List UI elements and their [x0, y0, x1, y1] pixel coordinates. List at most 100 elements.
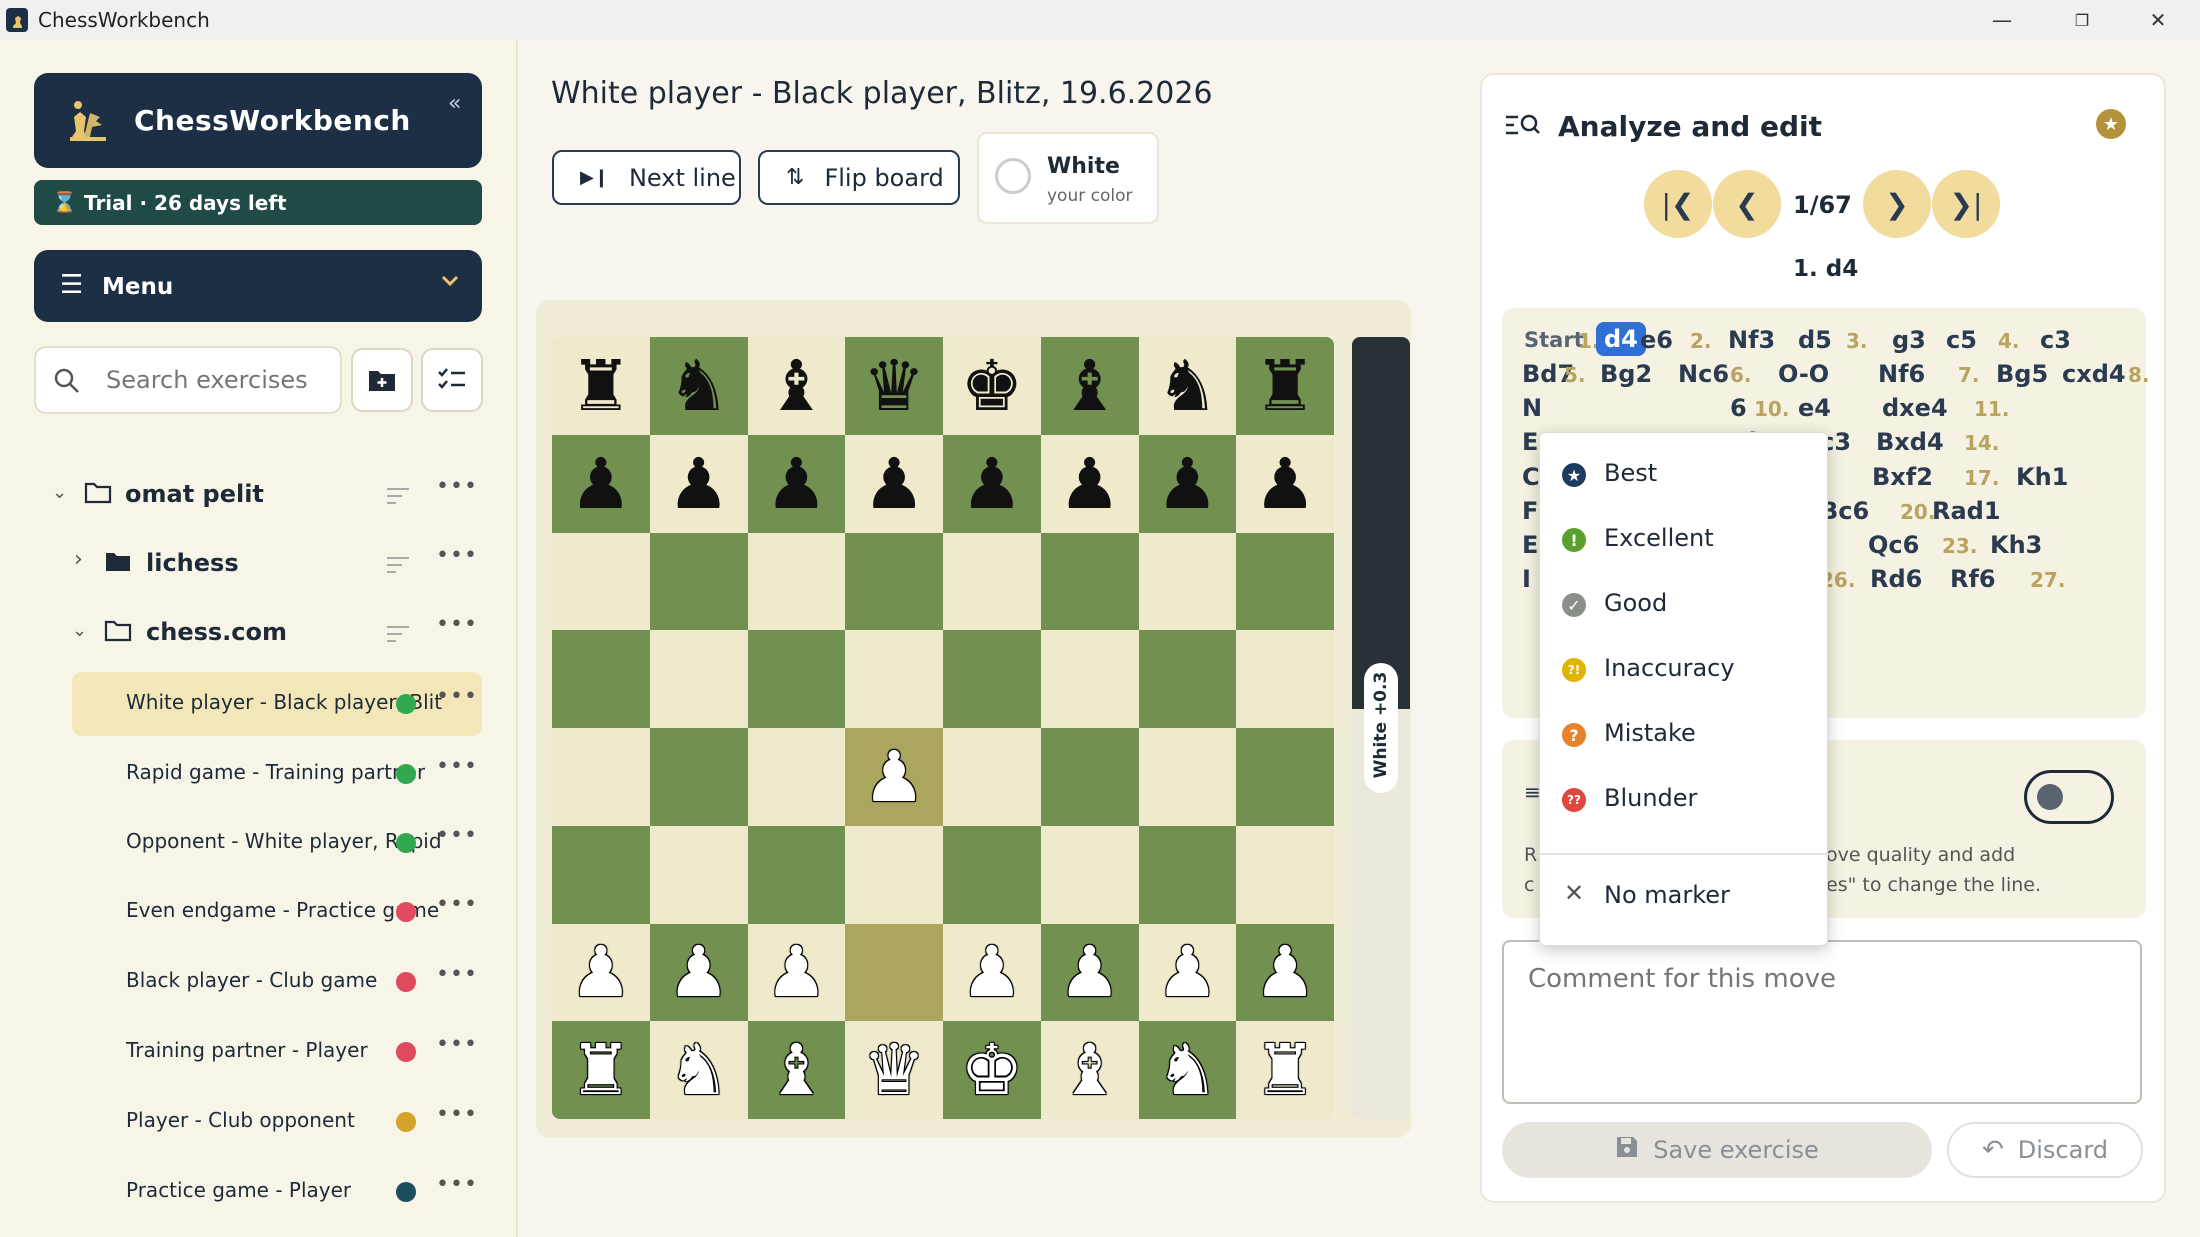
- square-f3[interactable]: [1040, 825, 1139, 924]
- move[interactable]: Rd6: [1870, 565, 1922, 593]
- more-options-icon[interactable]: •••: [436, 1102, 478, 1127]
- move[interactable]: cxd4: [2062, 360, 2126, 388]
- white-pawn-icon[interactable]: ♟: [863, 742, 926, 812]
- square-b3[interactable]: [649, 825, 748, 924]
- square-d5[interactable]: [845, 630, 943, 728]
- move[interactable]: d5: [1798, 326, 1832, 354]
- black-pawn-icon[interactable]: ♟: [960, 449, 1023, 519]
- exercise-item[interactable]: Even endgame - Practice game •••: [72, 880, 482, 944]
- black-pawn-icon[interactable]: ♟: [1254, 449, 1317, 519]
- square-a7[interactable]: ♟: [552, 434, 650, 533]
- square-b5[interactable]: [649, 630, 748, 728]
- move[interactable]: Qc6: [1868, 531, 1919, 559]
- move-start[interactable]: Start: [1524, 328, 1584, 352]
- square-e3[interactable]: [943, 825, 1041, 924]
- move[interactable]: dxe4: [1882, 394, 1948, 422]
- trial-badge[interactable]: ⌛ Trial · 26 days left: [34, 180, 482, 225]
- collapse-sidebar-icon[interactable]: «: [448, 91, 461, 116]
- sort-icon[interactable]: [386, 622, 410, 650]
- white-bishop-icon[interactable]: ♝: [765, 1035, 828, 1105]
- toggle-switch[interactable]: [2024, 770, 2114, 824]
- square-g4[interactable]: [1138, 728, 1237, 826]
- black-pawn-icon[interactable]: ♟: [1058, 449, 1121, 519]
- square-b4[interactable]: [649, 728, 748, 826]
- more-options-icon[interactable]: •••: [436, 754, 478, 779]
- square-b2[interactable]: ♟: [649, 923, 748, 1022]
- square-e7[interactable]: ♟: [943, 434, 1041, 533]
- square-h6[interactable]: [1236, 532, 1334, 631]
- move[interactable]: Bxd4: [1876, 428, 1944, 456]
- quality-option-good[interactable]: ✓ Good: [1540, 573, 1829, 635]
- more-options-icon[interactable]: •••: [436, 892, 478, 917]
- white-pawn-icon[interactable]: ♟: [960, 937, 1023, 1007]
- radio-circle-icon[interactable]: [995, 158, 1031, 194]
- move[interactable]: C: [1522, 463, 1540, 491]
- square-f7[interactable]: ♟: [1040, 434, 1139, 533]
- white-pawn-icon[interactable]: ♟: [765, 937, 828, 1007]
- move[interactable]: E: [1522, 531, 1538, 559]
- square-e6[interactable]: [943, 532, 1041, 631]
- exercise-item[interactable]: Black player - Club game •••: [72, 950, 482, 1014]
- white-bishop-icon[interactable]: ♝: [1058, 1035, 1121, 1105]
- move[interactable]: Nc6: [1678, 360, 1729, 388]
- square-h7[interactable]: ♟: [1236, 434, 1334, 533]
- square-c6[interactable]: [747, 532, 846, 631]
- square-c2[interactable]: ♟: [747, 923, 846, 1022]
- quality-option-no-marker[interactable]: ✕ No marker: [1540, 865, 1829, 927]
- square-a3[interactable]: [552, 825, 650, 924]
- move[interactable]: e6: [1640, 326, 1673, 354]
- move-active[interactable]: d4: [1596, 322, 1646, 356]
- new-folder-button[interactable]: [351, 348, 413, 412]
- move[interactable]: Rad1: [1932, 497, 2001, 525]
- square-e1[interactable]: ♚: [943, 1021, 1041, 1119]
- square-d3[interactable]: [845, 825, 943, 924]
- square-e8[interactable]: ♚: [943, 337, 1041, 435]
- square-h5[interactable]: [1236, 630, 1334, 728]
- square-g7[interactable]: ♟: [1138, 434, 1237, 533]
- previous-move-button[interactable]: ❮: [1713, 170, 1781, 238]
- square-h4[interactable]: [1236, 728, 1334, 826]
- square-b6[interactable]: [649, 532, 748, 631]
- move[interactable]: Kh3: [1990, 531, 2042, 559]
- square-g2[interactable]: ♟: [1138, 923, 1237, 1022]
- square-g3[interactable]: [1138, 825, 1237, 924]
- black-pawn-icon[interactable]: ♟: [863, 449, 926, 519]
- more-options-icon[interactable]: •••: [436, 684, 478, 709]
- quality-option-excellent[interactable]: ! Excellent: [1540, 508, 1829, 570]
- move[interactable]: F: [1522, 497, 1538, 525]
- move[interactable]: g3: [1892, 326, 1926, 354]
- color-selector[interactable]: White your color: [977, 132, 1159, 224]
- square-e5[interactable]: [943, 630, 1041, 728]
- folder-row-omat-pelit[interactable]: ⌄ omat pelit •••: [0, 462, 518, 526]
- black-king-icon[interactable]: ♚: [960, 351, 1023, 421]
- square-d4[interactable]: ♟: [845, 728, 943, 826]
- close-button[interactable]: ✕: [2128, 0, 2188, 40]
- black-pawn-icon[interactable]: ♟: [765, 449, 828, 519]
- exercise-item[interactable]: Opponent - White player, Rapid •••: [72, 811, 482, 875]
- move[interactable]: Bg2: [1600, 360, 1652, 388]
- square-c3[interactable]: [747, 825, 846, 924]
- discard-button[interactable]: ↶ Discard: [1947, 1122, 2143, 1178]
- quality-option-blunder[interactable]: ?? Blunder: [1540, 768, 1829, 830]
- white-pawn-icon[interactable]: ♟: [667, 937, 730, 1007]
- square-g6[interactable]: [1138, 532, 1237, 631]
- quality-option-best[interactable]: ★ Best: [1540, 443, 1829, 505]
- white-knight-icon[interactable]: ♞: [667, 1035, 730, 1105]
- square-c4[interactable]: [747, 728, 846, 826]
- move[interactable]: O-O: [1778, 360, 1829, 388]
- white-pawn-icon[interactable]: ♟: [1058, 937, 1121, 1007]
- white-rook-icon[interactable]: ♜: [569, 1035, 632, 1105]
- exercise-item[interactable]: Player - Club opponent •••: [72, 1090, 482, 1154]
- chevron-down-icon[interactable]: ⌄: [72, 620, 87, 641]
- square-e4[interactable]: [943, 728, 1041, 826]
- sort-icon[interactable]: [386, 484, 410, 512]
- sort-icon[interactable]: [386, 553, 410, 581]
- move[interactable]: Bxf2: [1872, 463, 1933, 491]
- move[interactable]: c5: [1946, 326, 1977, 354]
- exercise-item[interactable]: Training partner - Player •••: [72, 1020, 482, 1084]
- square-h8[interactable]: ♜: [1236, 337, 1334, 435]
- next-line-button[interactable]: ▶❙ Next line: [552, 150, 741, 205]
- last-move-button[interactable]: ❯|: [1932, 170, 2000, 238]
- first-move-button[interactable]: |❮: [1644, 170, 1712, 238]
- minimize-button[interactable]: —: [1972, 0, 2032, 40]
